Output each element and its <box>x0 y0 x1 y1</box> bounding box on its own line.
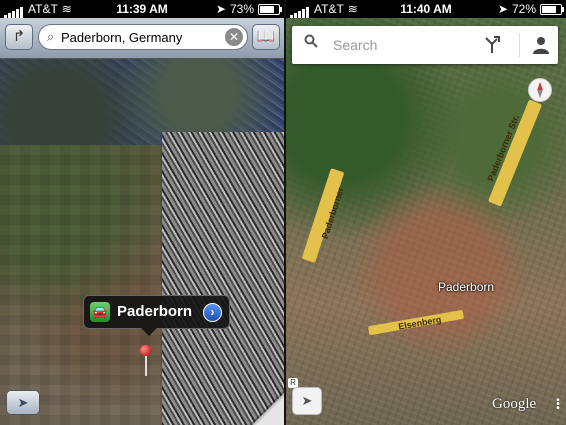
battery-icon <box>540 3 564 15</box>
compass-icon[interactable] <box>528 78 552 102</box>
location-arrow-icon: ➤ <box>301 393 313 408</box>
right-phone-screen: AT&T ≋ 11:40 AM ➤ 72% Paderborner Paderb… <box>286 0 566 425</box>
disclosure-icon[interactable]: › <box>203 303 222 322</box>
search-query: Paderborn, Germany <box>61 30 183 45</box>
callout-title: Paderborn <box>117 303 193 320</box>
satellite-map-tile-lowres[interactable] <box>0 145 162 425</box>
satellite-map[interactable]: Paderborner Paderborner Str. Elsenberg P… <box>286 18 566 425</box>
search-separator <box>519 33 520 57</box>
road-label-bottom: Elsenberg <box>397 314 443 332</box>
google-search-bar[interactable]: Search <box>292 26 558 64</box>
status-bar: AT&T ≋ 11:40 AM ➤ 72% <box>286 0 566 18</box>
search-icon <box>304 34 318 48</box>
car-directions-icon[interactable]: 🚘 <box>90 302 110 322</box>
current-location-button[interactable]: ➤ <box>6 390 40 415</box>
my-location-button[interactable]: ➤ <box>292 387 322 415</box>
battery-icon <box>258 3 282 15</box>
pin-stick <box>145 356 147 376</box>
maps-search-bar: ↱ ⌕ Paderborn, Germany ✕ 📖 <box>0 18 284 59</box>
more-options-icon[interactable]: • • • <box>556 396 560 414</box>
satellite-map-tile-grayscale[interactable] <box>162 132 284 425</box>
map-pin[interactable] <box>140 345 151 376</box>
bookmarks-icon: 📖 <box>256 28 276 45</box>
google-logo: Google <box>492 396 537 412</box>
search-icon: ⌕ <box>47 29 55 44</box>
clear-icon[interactable]: ✕ <box>225 28 243 46</box>
bookmarks-button[interactable]: 📖 <box>252 24 280 50</box>
status-right: ➤ 72% <box>497 0 564 18</box>
location-services-icon: ➤ <box>215 2 226 16</box>
pin-head-icon <box>140 345 151 356</box>
profile-icon[interactable] <box>531 35 551 55</box>
directions-button[interactable]: ↱ <box>5 24 33 50</box>
status-bar: AT&T ≋ 11:39 AM ➤ 73% <box>0 0 284 18</box>
battery-percent: 73% <box>229 2 254 16</box>
road <box>301 168 345 263</box>
location-arrow-icon: ➤ <box>17 395 29 410</box>
pin-callout[interactable]: 🚘 Paderborn › <box>83 295 230 336</box>
city-label[interactable]: Paderborn <box>438 280 494 294</box>
battery-percent: 72% <box>511 2 536 16</box>
status-right: ➤ 73% <box>215 0 282 18</box>
directions-arrow-icon: ↱ <box>12 28 26 45</box>
search-field[interactable]: ⌕ Paderborn, Germany ✕ <box>38 24 248 50</box>
search-placeholder[interactable]: Search <box>333 37 377 53</box>
left-phone-screen: AT&T ≋ 11:39 AM ➤ 73% ↱ ⌕ Paderborn, Ger… <box>0 0 284 425</box>
page-curl-shadow <box>250 391 284 425</box>
directions-icon[interactable] <box>482 34 502 54</box>
location-services-icon: ➤ <box>497 2 508 16</box>
